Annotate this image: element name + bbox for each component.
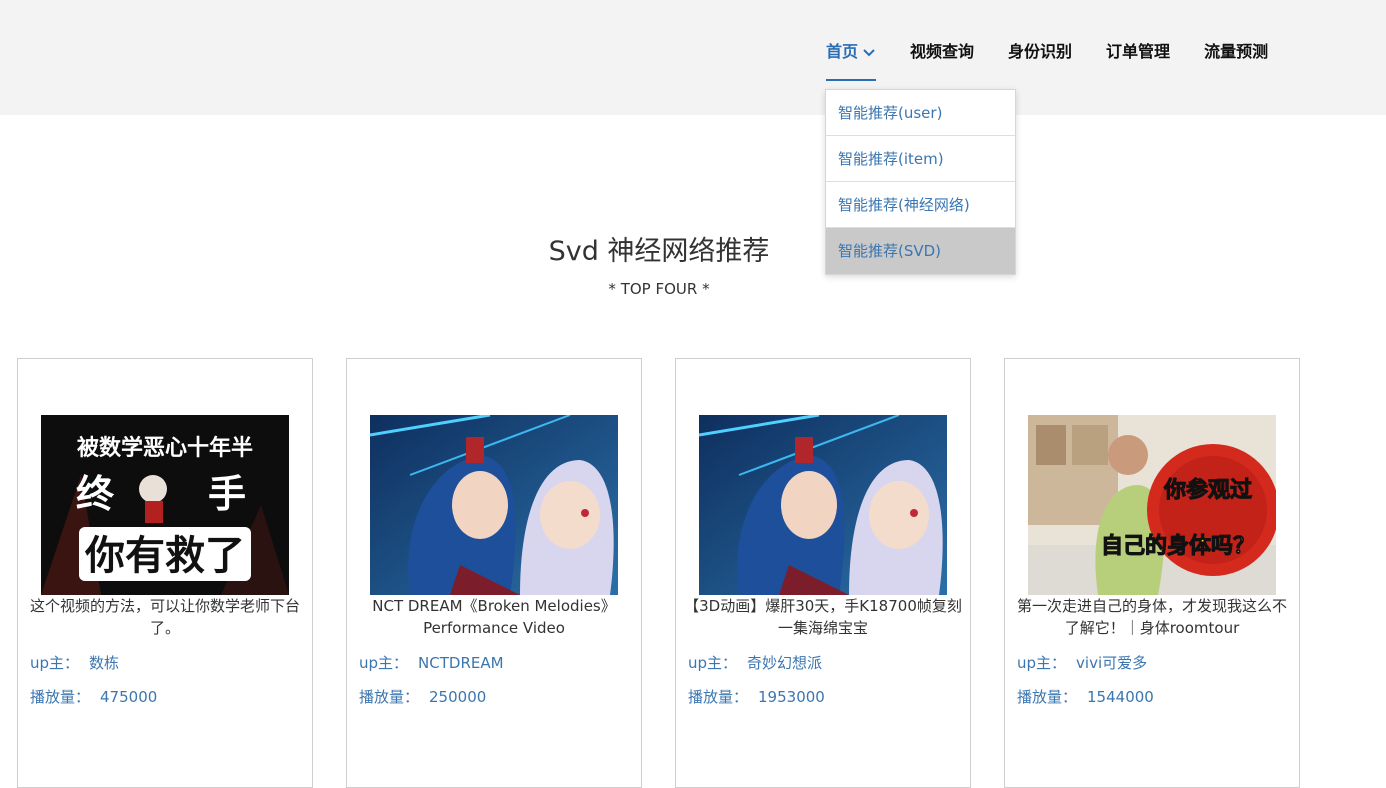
video-title[interactable]: 第一次走进自己的身体，才发现我这么不了解它！｜身体roomtour bbox=[1013, 595, 1291, 639]
menu-item-recommend-svd[interactable]: 智能推荐(SVD) bbox=[826, 228, 1015, 274]
uploader-label: up主： bbox=[359, 654, 409, 672]
section-title: Svd 神经网络推荐 bbox=[548, 236, 770, 267]
nav-item-label: 首页 bbox=[826, 42, 859, 61]
uploader-label: up主： bbox=[1017, 654, 1067, 672]
section-subtitle: * TOP FOUR * bbox=[608, 280, 710, 298]
play-count-line: 播放量： 475000 bbox=[30, 686, 157, 707]
play-count: 1953000 bbox=[758, 688, 825, 706]
play-count: 1544000 bbox=[1087, 688, 1154, 706]
video-title[interactable]: 【3D动画】爆肝30天，手K18700帧复刻一集海绵宝宝 bbox=[684, 595, 962, 639]
uploader-name: vivi可爱多 bbox=[1076, 654, 1148, 672]
home-dropdown-menu: 智能推荐(user) 智能推荐(item) 智能推荐(神经网络) 智能推荐(SV… bbox=[825, 89, 1016, 275]
uploader-name: 数栋 bbox=[89, 654, 120, 672]
video-card[interactable]: 【3D动画】爆肝30天，手K18700帧复刻一集海绵宝宝 up主： 奇妙幻想派 播… bbox=[675, 358, 971, 788]
video-thumbnail[interactable]: 你参观过 自己的身体吗？ bbox=[1028, 415, 1276, 595]
play-count-label: 播放量： bbox=[1017, 688, 1078, 706]
video-title[interactable]: NCT DREAM《Broken Melodies》Performance Vi… bbox=[355, 595, 633, 639]
uploader-line[interactable]: up主： 数栋 bbox=[30, 652, 119, 673]
thumbnail-caption: 自己的身体吗？ bbox=[1101, 533, 1255, 559]
nav-item-label: 视频查询 bbox=[910, 42, 975, 61]
nav-item-label: 身份识别 bbox=[1008, 42, 1073, 61]
thumbnail-caption: 你有救了 bbox=[84, 533, 245, 579]
thumbnail-caption: 终 bbox=[76, 472, 115, 516]
main-nav: 首页 视频查询 身份识别 订单管理 流量预测 bbox=[826, 40, 1302, 81]
nav-item-traffic-forecast[interactable]: 流量预测 bbox=[1204, 40, 1268, 80]
nav-item-identity[interactable]: 身份识别 bbox=[1008, 40, 1072, 80]
nav-item-video-search[interactable]: 视频查询 bbox=[910, 40, 974, 80]
uploader-label: up主： bbox=[30, 654, 80, 672]
uploader-label: up主： bbox=[688, 654, 738, 672]
thumbnail-caption: 手 bbox=[208, 472, 246, 516]
uploader-line[interactable]: up主： NCTDREAM bbox=[359, 652, 504, 673]
video-title[interactable]: 这个视频的方法，可以让你数学老师下台了。 bbox=[26, 595, 304, 639]
uploader-name: NCTDREAM bbox=[418, 654, 504, 672]
nav-item-orders[interactable]: 订单管理 bbox=[1106, 40, 1170, 80]
nav-item-label: 订单管理 bbox=[1106, 42, 1171, 61]
video-card[interactable]: NCT DREAM《Broken Melodies》Performance Vi… bbox=[346, 358, 642, 788]
thumbnail-caption: 你参观过 bbox=[1163, 477, 1252, 503]
video-thumbnail[interactable] bbox=[699, 415, 947, 595]
video-thumbnail[interactable] bbox=[370, 415, 618, 595]
play-count: 250000 bbox=[429, 688, 487, 706]
menu-item-recommend-user[interactable]: 智能推荐(user) bbox=[826, 90, 1015, 136]
uploader-line[interactable]: up主： vivi可爱多 bbox=[1017, 652, 1147, 673]
uploader-line[interactable]: up主： 奇妙幻想派 bbox=[688, 652, 822, 673]
chevron-down-icon bbox=[862, 40, 876, 64]
nav-item-label: 流量预测 bbox=[1204, 42, 1269, 61]
menu-item-recommend-neural[interactable]: 智能推荐(神经网络) bbox=[826, 182, 1015, 228]
top-bar: 首页 视频查询 身份识别 订单管理 流量预测 bbox=[0, 0, 1386, 115]
play-count-line: 播放量： 1544000 bbox=[1017, 686, 1154, 707]
video-card[interactable]: 你参观过 自己的身体吗？ 第一次走进自己的身体，才发现我这么不了解它！｜身体ro… bbox=[1004, 358, 1300, 788]
thumbnail-caption: 被数学恶心十年半 bbox=[77, 435, 253, 461]
play-count-line: 播放量： 1953000 bbox=[688, 686, 825, 707]
video-card[interactable]: 被数学恶心十年半 终 手 你有救了 这个视频的方法，可以让你数学老师下台了。 u… bbox=[17, 358, 313, 788]
play-count-label: 播放量： bbox=[359, 688, 420, 706]
play-count-line: 播放量： 250000 bbox=[359, 686, 486, 707]
menu-item-recommend-item[interactable]: 智能推荐(item) bbox=[826, 136, 1015, 182]
uploader-name: 奇妙幻想派 bbox=[747, 654, 823, 672]
video-thumbnail[interactable]: 被数学恶心十年半 终 手 你有救了 bbox=[41, 415, 289, 595]
nav-item-home[interactable]: 首页 bbox=[826, 40, 877, 81]
play-count: 475000 bbox=[100, 688, 158, 706]
play-count-label: 播放量： bbox=[688, 688, 749, 706]
play-count-label: 播放量： bbox=[30, 688, 91, 706]
